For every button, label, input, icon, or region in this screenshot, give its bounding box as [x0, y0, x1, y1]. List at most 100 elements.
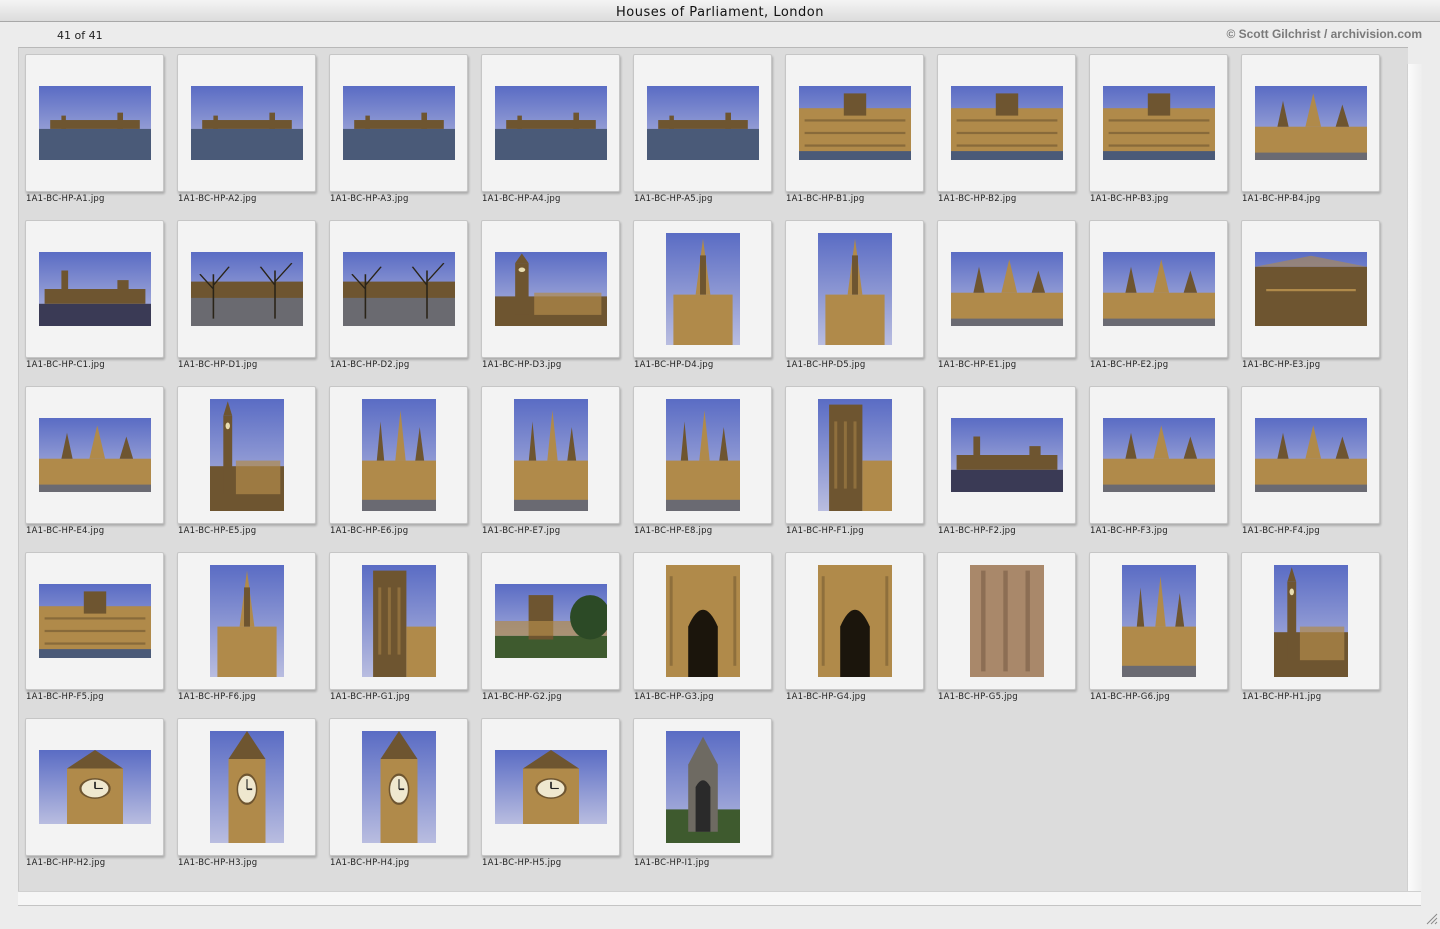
- thumbnail-item[interactable]: 1A1-BC-HP-D5.jpg: [779, 214, 929, 374]
- thumbnail-item[interactable]: 1A1-BC-HP-G1.jpg: [323, 546, 473, 706]
- thumbnail-frame[interactable]: [1089, 386, 1228, 524]
- thumbnail-item[interactable]: 1A1-BC-HP-H2.jpg: [19, 712, 169, 872]
- thumbnail-image[interactable]: [970, 565, 1044, 677]
- thumbnail-item[interactable]: 1A1-BC-HP-F6.jpg: [171, 546, 321, 706]
- thumbnail-frame[interactable]: [481, 386, 620, 524]
- thumbnail-item[interactable]: 1A1-BC-HP-G2.jpg: [475, 546, 625, 706]
- thumbnail-item[interactable]: 1A1-BC-HP-D2.jpg: [323, 214, 473, 374]
- thumbnail-item[interactable]: 1A1-BC-HP-B3.jpg: [1083, 48, 1233, 208]
- thumbnail-image[interactable]: [210, 399, 284, 511]
- thumbnail-image[interactable]: [343, 252, 455, 326]
- thumbnail-image[interactable]: [951, 86, 1063, 160]
- thumbnail-item[interactable]: 1A1-BC-HP-D4.jpg: [627, 214, 777, 374]
- thumbnail-item[interactable]: 1A1-BC-HP-F1.jpg: [779, 380, 929, 540]
- thumbnail-frame[interactable]: [25, 718, 164, 856]
- thumbnail-item[interactable]: 1A1-BC-HP-E3.jpg: [1235, 214, 1385, 374]
- thumbnail-image[interactable]: [343, 86, 455, 160]
- thumbnail-item[interactable]: 1A1-BC-HP-E2.jpg: [1083, 214, 1233, 374]
- window-title-bar[interactable]: Houses of Parliament, London: [0, 0, 1440, 22]
- thumbnail-frame[interactable]: [937, 54, 1076, 192]
- thumbnail-frame[interactable]: [329, 220, 468, 358]
- thumbnail-item[interactable]: 1A1-BC-HP-E4.jpg: [19, 380, 169, 540]
- thumbnail-image[interactable]: [39, 252, 151, 326]
- thumbnail-item[interactable]: 1A1-BC-HP-A2.jpg: [171, 48, 321, 208]
- thumbnail-item[interactable]: 1A1-BC-HP-I1.jpg: [627, 712, 777, 872]
- thumbnail-image[interactable]: [1255, 86, 1367, 160]
- thumbnail-image[interactable]: [1103, 252, 1215, 326]
- thumbnail-image[interactable]: [1255, 418, 1367, 492]
- thumbnail-image[interactable]: [1122, 565, 1196, 677]
- thumbnail-frame[interactable]: [177, 718, 316, 856]
- thumbnail-frame[interactable]: [1241, 54, 1380, 192]
- thumbnail-image[interactable]: [39, 750, 151, 824]
- thumbnail-item[interactable]: 1A1-BC-HP-H1.jpg: [1235, 546, 1385, 706]
- thumbnail-image[interactable]: [39, 86, 151, 160]
- thumbnail-image[interactable]: [362, 731, 436, 843]
- thumbnail-frame[interactable]: [1241, 552, 1380, 690]
- thumbnail-image[interactable]: [818, 399, 892, 511]
- thumbnail-frame[interactable]: [1089, 552, 1228, 690]
- thumbnail-item[interactable]: 1A1-BC-HP-D1.jpg: [171, 214, 321, 374]
- horizontal-scrollbar[interactable]: [18, 891, 1421, 906]
- thumbnail-frame[interactable]: [25, 54, 164, 192]
- thumbnail-item[interactable]: 1A1-BC-HP-G5.jpg: [931, 546, 1081, 706]
- thumbnail-item[interactable]: 1A1-BC-HP-B2.jpg: [931, 48, 1081, 208]
- thumbnail-frame[interactable]: [25, 386, 164, 524]
- thumbnail-frame[interactable]: [329, 386, 468, 524]
- thumbnail-item[interactable]: 1A1-BC-HP-H5.jpg: [475, 712, 625, 872]
- thumbnail-image[interactable]: [514, 399, 588, 511]
- thumbnail-frame[interactable]: [785, 552, 924, 690]
- thumbnail-frame[interactable]: [177, 54, 316, 192]
- thumbnail-image[interactable]: [951, 418, 1063, 492]
- thumbnail-image[interactable]: [818, 565, 892, 677]
- thumbnail-image[interactable]: [951, 252, 1063, 326]
- thumbnail-frame[interactable]: [785, 220, 924, 358]
- thumbnail-frame[interactable]: [481, 552, 620, 690]
- thumbnail-item[interactable]: 1A1-BC-HP-E8.jpg: [627, 380, 777, 540]
- thumbnail-frame[interactable]: [481, 718, 620, 856]
- vertical-scrollbar[interactable]: [1407, 64, 1422, 891]
- thumbnail-frame[interactable]: [633, 386, 772, 524]
- thumbnail-item[interactable]: 1A1-BC-HP-E5.jpg: [171, 380, 321, 540]
- thumbnail-panel[interactable]: 1A1-BC-HP-A1.jpg 1A1-BC-HP-A2.jpg 1A1-BC…: [18, 47, 1408, 892]
- thumbnail-frame[interactable]: [937, 552, 1076, 690]
- thumbnail-image[interactable]: [666, 731, 740, 843]
- thumbnail-image[interactable]: [191, 252, 303, 326]
- thumbnail-item[interactable]: 1A1-BC-HP-H3.jpg: [171, 712, 321, 872]
- thumbnail-item[interactable]: 1A1-BC-HP-H4.jpg: [323, 712, 473, 872]
- thumbnail-item[interactable]: 1A1-BC-HP-B4.jpg: [1235, 48, 1385, 208]
- thumbnail-item[interactable]: 1A1-BC-HP-A3.jpg: [323, 48, 473, 208]
- thumbnail-item[interactable]: 1A1-BC-HP-A1.jpg: [19, 48, 169, 208]
- thumbnail-frame[interactable]: [1089, 54, 1228, 192]
- thumbnail-image[interactable]: [1103, 418, 1215, 492]
- thumbnail-frame[interactable]: [1241, 220, 1380, 358]
- thumbnail-frame[interactable]: [25, 220, 164, 358]
- thumbnail-item[interactable]: 1A1-BC-HP-G3.jpg: [627, 546, 777, 706]
- thumbnail-frame[interactable]: [1241, 386, 1380, 524]
- thumbnail-image[interactable]: [1274, 565, 1348, 677]
- thumbnail-image[interactable]: [495, 252, 607, 326]
- thumbnail-item[interactable]: 1A1-BC-HP-B1.jpg: [779, 48, 929, 208]
- thumbnail-frame[interactable]: [785, 386, 924, 524]
- thumbnail-frame[interactable]: [329, 552, 468, 690]
- thumbnail-image[interactable]: [39, 584, 151, 658]
- thumbnail-image[interactable]: [495, 584, 607, 658]
- thumbnail-frame[interactable]: [177, 220, 316, 358]
- thumbnail-frame[interactable]: [633, 54, 772, 192]
- thumbnail-image[interactable]: [818, 233, 892, 345]
- resize-grip-icon[interactable]: [1424, 910, 1438, 925]
- thumbnail-item[interactable]: 1A1-BC-HP-A4.jpg: [475, 48, 625, 208]
- thumbnail-item[interactable]: 1A1-BC-HP-F3.jpg: [1083, 380, 1233, 540]
- thumbnail-frame[interactable]: [329, 718, 468, 856]
- thumbnail-frame[interactable]: [633, 552, 772, 690]
- thumbnail-frame[interactable]: [937, 220, 1076, 358]
- thumbnail-item[interactable]: 1A1-BC-HP-G6.jpg: [1083, 546, 1233, 706]
- thumbnail-frame[interactable]: [633, 718, 772, 856]
- thumbnail-image[interactable]: [1103, 86, 1215, 160]
- thumbnail-item[interactable]: 1A1-BC-HP-E6.jpg: [323, 380, 473, 540]
- thumbnail-image[interactable]: [191, 86, 303, 160]
- thumbnail-frame[interactable]: [937, 386, 1076, 524]
- thumbnail-image[interactable]: [666, 233, 740, 345]
- thumbnail-image[interactable]: [495, 750, 607, 824]
- thumbnail-image[interactable]: [495, 86, 607, 160]
